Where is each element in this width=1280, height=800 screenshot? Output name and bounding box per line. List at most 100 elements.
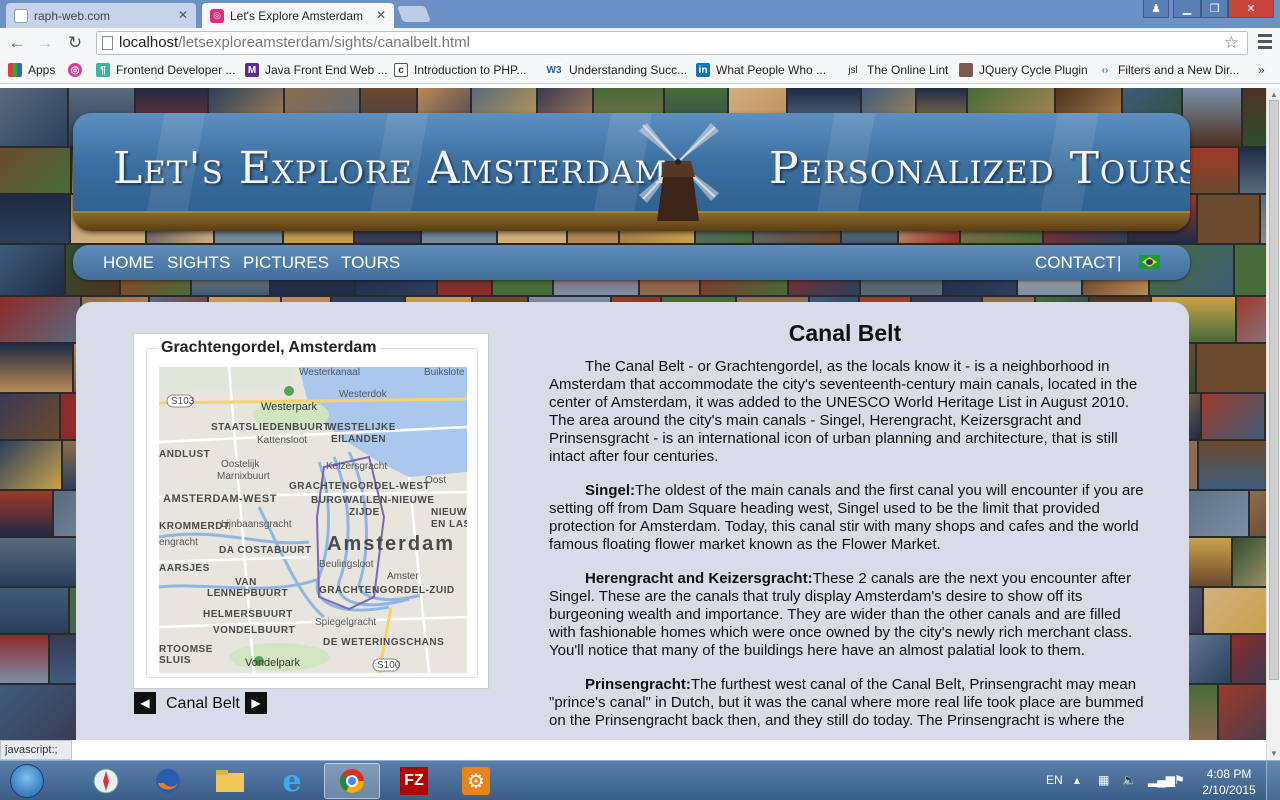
bookmark-what-people-who[interactable]: in What People Who ... (696, 63, 826, 77)
site-title: Let's Explore Amsterdam (113, 143, 668, 194)
bookmark-apps[interactable]: Apps (8, 63, 55, 77)
map-label: Westerkanaal (299, 367, 360, 378)
article: Canal Belt The Canal Belt - or Grachteng… (549, 302, 1149, 740)
show-desktop-button[interactable] (1266, 761, 1280, 800)
intro-paragraph: The Canal Belt - or Grachtengordel, as t… (549, 358, 1138, 465)
nav-contact[interactable]: CONTACT (1035, 253, 1116, 273)
herengracht-paragraph: Herengracht and Keizersgracht:These 2 ca… (549, 570, 1149, 660)
bookmark-label: Apps (28, 63, 56, 77)
new-tab-button[interactable] (397, 6, 431, 22)
bookmark-java-front-end[interactable]: M Java Front End Web ... (245, 63, 388, 77)
map-label: Lijnbaansgracht (221, 519, 292, 530)
collage-photo (1204, 588, 1266, 633)
tab-raph-web[interactable]: raph-web.com ✕ (6, 3, 196, 28)
map-label: S100 (377, 660, 401, 671)
w3c-icon: W3 (545, 63, 563, 77)
forward-arrow-icon[interactable]: → (34, 32, 56, 54)
map-label: ZIJDE (349, 507, 380, 518)
map-label: BURGWALLEN-NIEUWE (311, 495, 435, 506)
user-icon[interactable]: ♟ (1143, 0, 1169, 18)
collage-photo (0, 88, 67, 146)
brazil-flag-icon[interactable] (1139, 255, 1160, 269)
next-slide-button[interactable]: ▶ (245, 692, 267, 714)
chrome-icon[interactable] (324, 763, 380, 799)
bookmark-label: Introduction to PHP... (414, 63, 527, 77)
restore-button[interactable]: ❐ (1201, 0, 1228, 18)
chrome-menu-icon[interactable] (1258, 34, 1272, 52)
paragraph-term: Herengracht and Keizersgracht: (585, 570, 813, 587)
page-scrollbar[interactable]: ▲ ▼ (1266, 88, 1280, 760)
start-orb-icon[interactable] (10, 764, 44, 798)
internet-explorer-icon[interactable]: e (264, 763, 320, 799)
map-label: VONDELBUURT (213, 625, 296, 636)
windmill-icon (639, 123, 719, 221)
tab-lets-explore-amsterdam[interactable]: ◎ Let's Explore Amsterdam ✕ (202, 3, 394, 28)
map-label: Amster (387, 571, 419, 582)
collage-photo (1240, 148, 1266, 193)
filezilla-icon[interactable]: FZ (386, 763, 442, 799)
url-path: /letsexploreamsterdam/sights/canalbelt.h… (178, 34, 470, 51)
collage-photo (1237, 297, 1266, 342)
bookmark-frontend-developer-link[interactable]: ¶ Frontend Developer ... (96, 63, 235, 77)
collage-photo (0, 297, 80, 342)
prinsengracht-paragraph: Prinsengracht:The furthest west canal of… (549, 676, 1149, 730)
gear-app-icon[interactable]: ⚙ (448, 763, 504, 799)
map-label: NIEUW (431, 507, 467, 518)
nav-home[interactable]: HOME (103, 253, 154, 273)
page-title: Canal Belt (788, 320, 902, 346)
map-label: WESTELIJKE (327, 422, 396, 433)
clock-time: 4:08 PM (1206, 767, 1252, 781)
explorer-folder-icon[interactable] (202, 763, 258, 799)
avatar-icon (959, 63, 973, 77)
close-icon[interactable]: ✕ (376, 8, 386, 22)
nav-tours[interactable]: TOURS (341, 253, 400, 273)
bookmark-understanding-succ[interactable]: W3 Understanding Succ... (545, 63, 687, 77)
scrollbar-thumb[interactable] (1269, 100, 1279, 680)
bookmark-online-lint[interactable]: jsl The Online Lint (845, 63, 948, 77)
bookmark-label: What People Who ... (716, 63, 827, 77)
map-label: Westerpark (261, 401, 318, 413)
volume-icon[interactable]: 🔈 (1122, 773, 1137, 787)
back-arrow-icon[interactable]: ← (6, 32, 28, 54)
clock[interactable]: 4:08 PM 2/10/2015 (1200, 766, 1258, 798)
map-label: DA COSTABUURT (219, 545, 312, 556)
tray-expand-icon[interactable]: ▴ (1074, 773, 1080, 787)
bookmark-label: Java Front End Web ... (265, 63, 388, 77)
bookmark-filters-new-dir[interactable]: ‹› Filters and a New Dir... (1098, 63, 1240, 77)
firefox-icon[interactable] (140, 763, 196, 799)
nav-sights[interactable]: SIGHTS (167, 253, 230, 273)
clock-date: 2/10/2015 (1202, 783, 1256, 797)
address-bar[interactable]: localhost/letsexploreamsterdam/sights/ca… (96, 31, 1248, 55)
bookmark-frontend-developer[interactable]: ◎ (68, 63, 88, 77)
map-label: EN LAS (431, 519, 467, 530)
map-label: EILANDEN (331, 434, 387, 445)
bookmark-label: JQuery Cycle Plugin (979, 63, 1088, 77)
close-icon[interactable]: ✕ (178, 8, 188, 22)
language-indicator[interactable]: EN (1046, 773, 1063, 787)
page-viewport: Let's Explore Amsterdam Personalized Tou… (0, 88, 1266, 740)
scroll-down-icon[interactable]: ▼ (1270, 749, 1278, 758)
bookmark-jquery-cycle[interactable]: JQuery Cycle Plugin (959, 63, 1088, 77)
network-icon[interactable]: ▦ (1098, 773, 1109, 787)
previous-slide-button[interactable]: ◀ (134, 692, 156, 714)
collage-photo (1202, 394, 1264, 439)
collage-photo (1183, 88, 1241, 146)
scroll-up-icon[interactable]: ▲ (1270, 90, 1278, 99)
map-label: Marnixbuurt (217, 471, 270, 482)
map-label: Keizersgracht (326, 461, 388, 472)
safari-icon[interactable] (78, 763, 134, 799)
bookmark-star-icon[interactable]: ☆ (1224, 32, 1239, 54)
monster-icon: M (245, 63, 259, 77)
collage-photo (0, 245, 64, 295)
minimize-button[interactable]: ▁ (1173, 0, 1201, 18)
window-close-button[interactable]: ✕ (1228, 0, 1274, 18)
reload-icon[interactable]: ↻ (64, 32, 86, 54)
embedded-map[interactable]: Westerkanaal Buikslotе S103 Westerdok We… (159, 367, 467, 673)
nav-pictures[interactable]: PICTURES (243, 253, 329, 273)
bookmarks-overflow-icon[interactable]: » (1258, 63, 1265, 77)
collage-photo (1243, 88, 1266, 146)
bookmark-intro-php[interactable]: c Introduction to PHP... (394, 63, 527, 77)
action-center-flag-icon[interactable]: ⚑ (1174, 773, 1185, 787)
collage-photo (0, 148, 70, 193)
signal-icon[interactable]: ▂▄▆ (1148, 773, 1175, 787)
